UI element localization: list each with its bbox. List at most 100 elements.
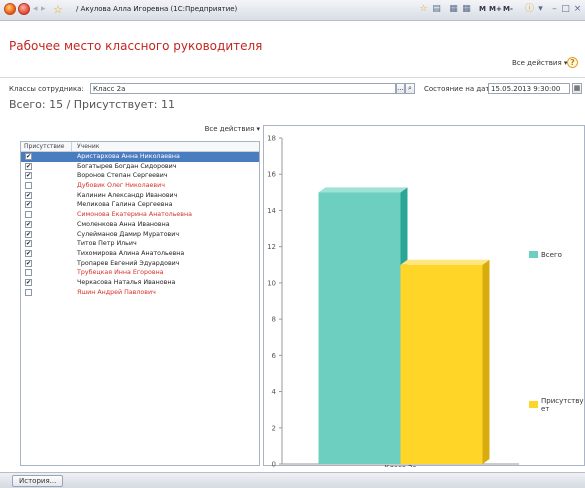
window-title: / Акулова Алла Игоревна (1С:Предприятие) (76, 5, 238, 13)
history-button[interactable]: История... (12, 475, 64, 487)
favorites-icon[interactable]: ☆ (418, 4, 429, 15)
info-icon[interactable]: ⓘ (524, 4, 535, 15)
divider (0, 77, 585, 78)
history-bar: История... (0, 472, 585, 488)
bar-top (318, 187, 408, 193)
page-title: Рабочее место классного руководителя (9, 39, 263, 53)
y-tick-label: 8 (272, 316, 276, 324)
table-row[interactable]: ✔ Аристархова Анна Николаевна (21, 152, 259, 162)
main-menu-icon[interactable] (18, 3, 30, 15)
dropdown-icon[interactable]: ▾ (535, 4, 546, 15)
maximize-icon[interactable]: □ (560, 4, 571, 15)
column-separator (71, 142, 72, 152)
presence-checkbox[interactable] (25, 288, 32, 296)
table-row[interactable]: ✔ Меликова Галина Сергеевна (21, 200, 259, 210)
student-name: Симонова Екатерина Анатольевна (77, 211, 192, 219)
attendance-chart: 0 2 4 6 8 10 12 14 16 18 Класс 2а Всего Присутствует (263, 125, 585, 472)
legend-label: Всего (541, 251, 562, 259)
table-row[interactable]: ✔ Богатырев Богдан Сидорович (21, 162, 259, 172)
legend-label: Присутству ет (541, 397, 584, 413)
legend-swatch (529, 251, 538, 258)
y-tick-label: 4 (272, 388, 277, 396)
table-row[interactable]: ✔ Тропарев Евгений Эдуардович (21, 259, 259, 269)
table-row[interactable]: Трубецкая Инна Егоровна (21, 268, 259, 278)
presence-checkbox[interactable]: ✔ (25, 201, 32, 209)
bar-total (318, 192, 401, 464)
y-tick-label: 0 (272, 461, 276, 468)
student-name: Воронов Степан Сергеевич (77, 172, 168, 180)
presence-checkbox[interactable] (25, 269, 32, 277)
memory-button[interactable]: M (479, 5, 486, 13)
column-header-student[interactable]: Ученик (77, 143, 99, 150)
calendar-picker-icon[interactable]: ▦ (572, 83, 582, 94)
y-tick-label: 10 (267, 279, 276, 287)
presence-checkbox[interactable]: ✔ (25, 240, 32, 248)
presence-checkbox[interactable]: ✔ (25, 191, 32, 199)
y-tick-label: 18 (267, 135, 276, 143)
student-name: Аристархова Анна Николаевна (77, 153, 180, 160)
table-row[interactable]: Симонова Екатерина Анатольевна (21, 210, 259, 220)
date-field[interactable]: 15.05.2013 9:30:00 (488, 83, 570, 94)
close-icon[interactable]: × (572, 4, 583, 15)
class-field[interactable]: Класс 2а (90, 83, 396, 94)
minimize-icon[interactable]: – (549, 4, 560, 15)
back-arrow-icon[interactable]: ◂ (33, 4, 38, 14)
student-name: Дубовик Олег Николаевич (77, 182, 165, 190)
students-table: Присутствие Ученик ✔ Аристархова Анна Ник… (20, 141, 260, 466)
presence-checkbox[interactable]: ✔ (25, 249, 32, 257)
presence-checkbox[interactable]: ✔ (25, 220, 32, 228)
table-row[interactable]: ✔ Сулейманов Дамир Муратович (21, 230, 259, 240)
y-tick-label: 12 (267, 243, 276, 251)
y-tick-label: 16 (267, 171, 276, 179)
students-panel: Все действия ▾ Присутствие Ученик ✔ Арист… (20, 121, 260, 466)
presence-checkbox[interactable]: ✔ (25, 172, 32, 180)
presence-checkbox[interactable]: ✔ (25, 259, 32, 267)
help-icon[interactable]: ? (567, 57, 578, 68)
form-workarea: Рабочее место классного руководителя Все… (0, 21, 585, 472)
chart-svg: 0 2 4 6 8 10 12 14 16 18 Класс 2а Всего Присутствует (267, 135, 584, 472)
class-search-icon[interactable]: ⌕ (405, 83, 415, 94)
student-name: Смоленкова Анна Ивановна (77, 220, 170, 228)
table-row[interactable]: ✔ Смоленкова Анна Ивановна (21, 220, 259, 230)
list-all-actions-menu[interactable]: Все действия ▾ (205, 125, 260, 133)
bar-present (400, 264, 483, 464)
presence-checkbox[interactable] (25, 211, 32, 219)
table-row[interactable]: Дубовик Олег Николаевич (21, 181, 259, 191)
legend-swatch (529, 401, 538, 408)
presence-checkbox[interactable]: ✔ (25, 230, 32, 238)
y-tick-label: 14 (267, 207, 276, 215)
presence-checkbox[interactable]: ✔ (25, 153, 32, 160)
table-row[interactable]: ✔ Калинин Александр Иванович (21, 191, 259, 201)
table-row[interactable]: ✔ Тихомирова Алина Анатольевна (21, 249, 259, 259)
student-name: Титов Петр Ильич (77, 240, 137, 248)
presence-checkbox[interactable] (25, 182, 32, 190)
table-row[interactable]: ✔ Воронов Степан Сергеевич (21, 171, 259, 181)
favorites-star-icon[interactable]: ☆ (53, 3, 63, 16)
table-header: Присутствие Ученик (21, 142, 259, 152)
table-row[interactable]: ✔ Черкасова Наталья Ивановна (21, 278, 259, 288)
table-row[interactable]: ✔ Титов Петр Ильич (21, 239, 259, 249)
table-rows: ✔ Аристархова Анна Николаевна ✔ Богатырев Б… (21, 152, 259, 297)
student-name: Меликова Галина Сергеевна (77, 201, 173, 209)
memory-minus-button[interactable]: M- (503, 5, 513, 13)
class-select-button[interactable]: ... (396, 83, 405, 94)
date-label: Состояние на дату: (424, 85, 497, 93)
memory-plus-button[interactable]: M+ (489, 5, 502, 13)
column-header-presence[interactable]: Присутствие (24, 143, 65, 150)
table-row[interactable]: Яшин Андрей Павлович (21, 288, 259, 298)
form-all-actions-menu[interactable]: Все действия ▾ (512, 59, 567, 67)
x-category-label: Класс 2а (384, 464, 416, 467)
calendar-icon[interactable]: ▦ (461, 4, 472, 15)
bar-side (482, 259, 490, 464)
bar-top (400, 259, 490, 265)
totals-label: Всего: 15 / Присутствует: 11 (9, 98, 175, 111)
presence-checkbox[interactable]: ✔ (25, 278, 32, 286)
student-name: Калинин Александр Иванович (77, 191, 178, 199)
app-logo-icon[interactable] (4, 3, 16, 15)
forward-arrow-icon[interactable]: ▸ (41, 4, 46, 14)
presence-checkbox[interactable]: ✔ (25, 162, 32, 170)
history-icon[interactable]: ▤ (431, 4, 442, 15)
calculator-icon[interactable]: ▦ (448, 4, 459, 15)
window-titlebar: ◂ ▸ ☆ / Акулова Алла Игоревна (1С:Предпр… (0, 0, 585, 21)
student-name: Тихомирова Алина Анатольевна (77, 249, 185, 257)
